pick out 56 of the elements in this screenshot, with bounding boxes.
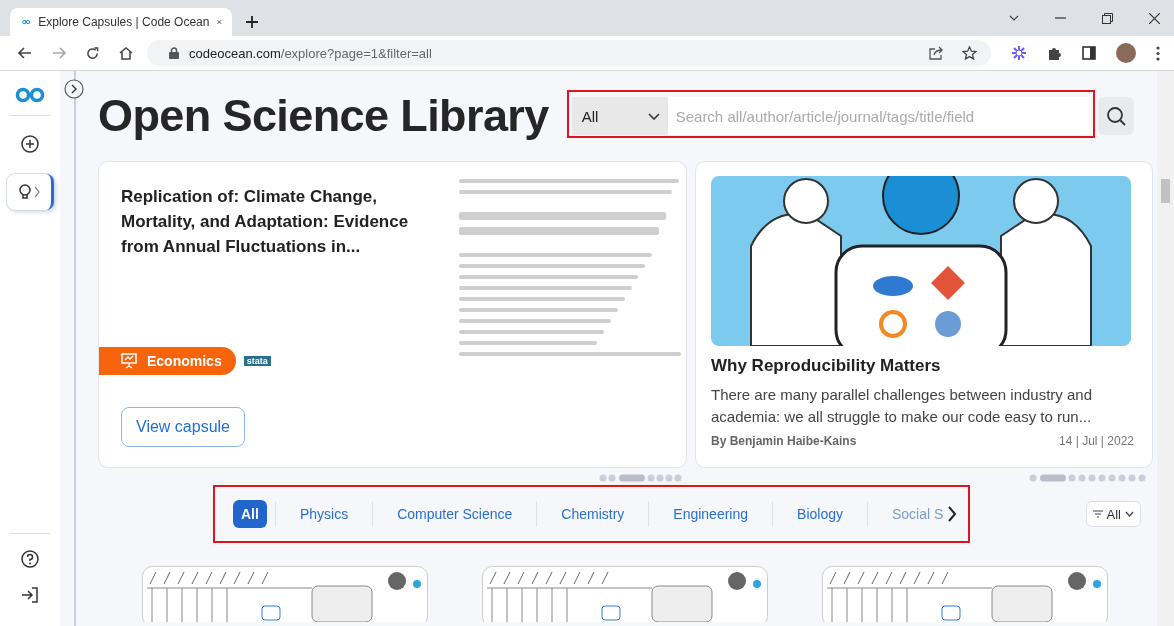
new-tab-icon[interactable]: [246, 16, 258, 28]
address-field[interactable]: codeocean.com/explore?page=1&filter=all: [147, 40, 991, 66]
add-icon: [21, 135, 39, 153]
article-date: 14 | Jul | 2022: [1059, 434, 1134, 448]
category-tab[interactable]: Chemistry: [545, 502, 641, 526]
lock-icon: [169, 47, 179, 59]
browser-tab[interactable]: Explore Capsules | Code Ocean: [10, 8, 232, 36]
more-icon[interactable]: [1156, 45, 1160, 61]
category-tab[interactable]: Engineering: [657, 502, 765, 526]
reload-icon[interactable]: [86, 46, 99, 60]
language-logo: stata: [243, 356, 271, 366]
logo-icon: [22, 17, 31, 27]
field-tag[interactable]: Economics: [99, 347, 236, 375]
capsule-title: Replication of: Climate Change, Mortality, and Adaptation: Evidence from Annual Fluctuations in...: [120, 186, 410, 258]
close-icon[interactable]: [217, 17, 222, 27]
page-title: Open Science Library: [98, 90, 549, 142]
chevron-right-icon[interactable]: [947, 506, 958, 522]
filter-dropdown[interactable]: All: [1085, 501, 1141, 527]
presentation-icon: [121, 353, 137, 369]
sidebar-item[interactable]: [6, 174, 54, 210]
sign-in-icon[interactable]: [21, 586, 39, 604]
article-title[interactable]: Why Reproducibility Matters: [711, 356, 1134, 376]
scope-dropdown[interactable]: All: [571, 97, 668, 135]
restore-icon[interactable]: [1102, 12, 1113, 24]
close-icon[interactable]: [1149, 12, 1160, 24]
side-panel-icon[interactable]: [1082, 46, 1096, 60]
home-icon[interactable]: [119, 46, 133, 60]
help-icon[interactable]: [21, 550, 39, 568]
back-icon[interactable]: [18, 47, 32, 59]
lightbulb-icon: [16, 183, 41, 201]
category-tab[interactable]: Computer Science: [381, 502, 529, 526]
category-tab[interactable]: Biology: [781, 502, 859, 526]
view-capsule-button[interactable]: View capsule: [121, 407, 245, 447]
share-icon[interactable]: [929, 46, 944, 60]
article-excerpt: There are many parallel challenges between industry and academia: we all struggle to make our code easy to run...: [711, 385, 1094, 427]
chevron-down-icon[interactable]: [1009, 15, 1019, 21]
article-author: By Benjamin Haibe-Kains: [711, 434, 857, 448]
scrollbar[interactable]: [1157, 71, 1174, 626]
filter-icon: [1092, 510, 1103, 518]
chevron-down-icon: [1125, 511, 1134, 517]
expand-icon[interactable]: [64, 79, 84, 99]
category-tab[interactable]: Physics: [283, 502, 365, 526]
chevron-down-icon: [647, 112, 660, 120]
extension-icon[interactable]: [1011, 45, 1027, 61]
category-tab[interactable]: All: [233, 500, 267, 528]
category-tab[interactable]: Social S: [875, 502, 944, 526]
search-button[interactable]: [1097, 97, 1134, 135]
puzzle-icon[interactable]: [1047, 45, 1062, 61]
tab-title: Explore Capsules | Code Ocean: [38, 15, 210, 29]
star-icon[interactable]: [962, 46, 977, 60]
search-icon: [1105, 106, 1126, 126]
carousel-dots-icon[interactable]: [599, 474, 683, 482]
logo-icon[interactable]: [15, 87, 45, 103]
profile-avatar[interactable]: [1116, 43, 1136, 63]
url-text: codeocean.com/explore?page=1&filter=all: [189, 45, 432, 61]
search-field[interactable]: Search all/author/article/journal/tags/title/field: [667, 97, 1090, 135]
